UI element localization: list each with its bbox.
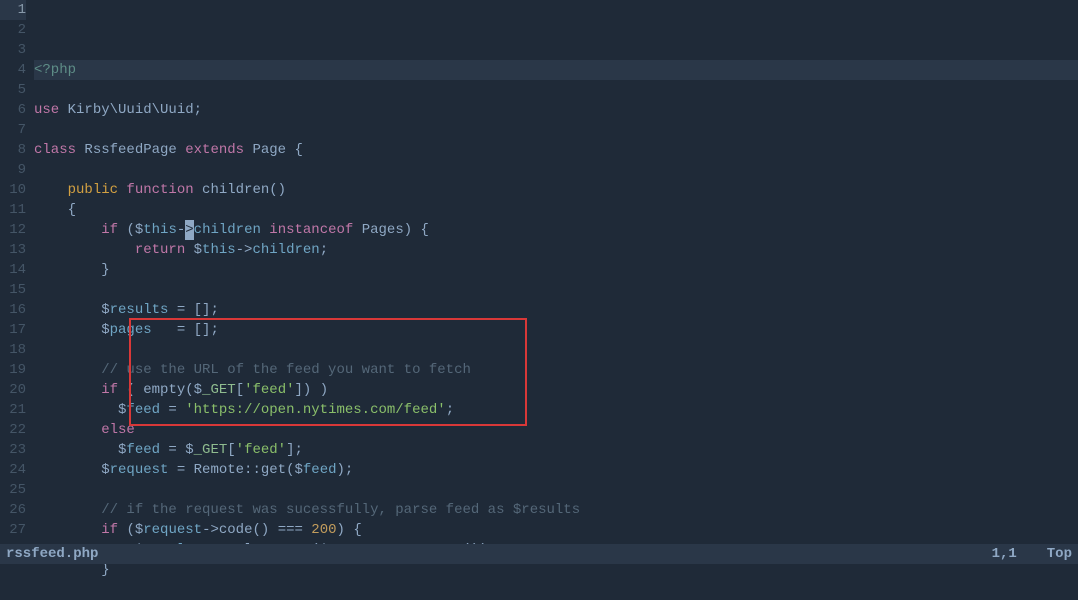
cursor: > <box>185 220 193 240</box>
code-line[interactable]: if ( empty($_GET['feed']) ) <box>34 380 1078 400</box>
code-line[interactable]: if ($this->children instanceof Pages) { <box>34 220 1078 240</box>
line-number: 4 <box>0 60 26 80</box>
code-line[interactable]: $feed = $_GET['feed']; <box>34 440 1078 460</box>
code-line[interactable] <box>34 340 1078 360</box>
line-number: 11 <box>0 200 26 220</box>
code-line[interactable]: // use the URL of the feed you want to f… <box>34 360 1078 380</box>
line-number: 6 <box>0 100 26 120</box>
line-number: 14 <box>0 260 26 280</box>
code-line[interactable]: { <box>34 200 1078 220</box>
line-number: 15 <box>0 280 26 300</box>
code-line[interactable] <box>34 120 1078 140</box>
code-line[interactable] <box>34 160 1078 180</box>
code-line[interactable] <box>34 80 1078 100</box>
status-filename: rssfeed.php <box>6 544 98 564</box>
status-bar: rssfeed.php 1,1 Top <box>0 544 1078 564</box>
line-number: 3 <box>0 40 26 60</box>
code-line[interactable] <box>34 280 1078 300</box>
code-line[interactable] <box>34 580 1078 600</box>
code-editor[interactable]: 1234567891011121314151617181920212223242… <box>0 0 1078 544</box>
line-number: 23 <box>0 440 26 460</box>
status-cursor-pos: 1,1 <box>992 544 1017 564</box>
code-line[interactable]: use Kirby\Uuid\Uuid; <box>34 100 1078 120</box>
code-area[interactable]: <?php use Kirby\Uuid\Uuid; class RssfeedPa… <box>34 0 1078 544</box>
line-number: 27 <box>0 520 26 540</box>
line-number: 2 <box>0 20 26 40</box>
code-line[interactable]: $results = []; <box>34 300 1078 320</box>
line-number: 22 <box>0 420 26 440</box>
line-number: 18 <box>0 340 26 360</box>
line-number: 8 <box>0 140 26 160</box>
code-line[interactable]: class RssfeedPage extends Page { <box>34 140 1078 160</box>
line-number: 26 <box>0 500 26 520</box>
code-line[interactable]: return $this->children; <box>34 240 1078 260</box>
code-line[interactable]: else <box>34 420 1078 440</box>
line-number: 5 <box>0 80 26 100</box>
line-number: 12 <box>0 220 26 240</box>
line-number: 7 <box>0 120 26 140</box>
code-line[interactable]: } <box>34 260 1078 280</box>
code-line[interactable]: <?php <box>34 60 1078 80</box>
line-number: 17 <box>0 320 26 340</box>
code-line[interactable]: // if the request was sucessfully, parse… <box>34 500 1078 520</box>
line-number: 24 <box>0 460 26 480</box>
code-line[interactable]: if ($request->code() === 200) { <box>34 520 1078 540</box>
code-line[interactable]: public function children() <box>34 180 1078 200</box>
line-number: 16 <box>0 300 26 320</box>
line-number: 1 <box>0 0 26 20</box>
line-number: 13 <box>0 240 26 260</box>
line-number: 19 <box>0 360 26 380</box>
line-number: 21 <box>0 400 26 420</box>
line-number: 20 <box>0 380 26 400</box>
line-number-gutter: 1234567891011121314151617181920212223242… <box>0 0 34 544</box>
line-number: 25 <box>0 480 26 500</box>
code-line[interactable] <box>34 480 1078 500</box>
code-line[interactable]: $feed = 'https://open.nytimes.com/feed'; <box>34 400 1078 420</box>
line-number: 9 <box>0 160 26 180</box>
code-line[interactable]: $request = Remote::get($feed); <box>34 460 1078 480</box>
line-number: 10 <box>0 180 26 200</box>
status-scroll: Top <box>1047 544 1072 564</box>
code-line[interactable]: $pages = []; <box>34 320 1078 340</box>
